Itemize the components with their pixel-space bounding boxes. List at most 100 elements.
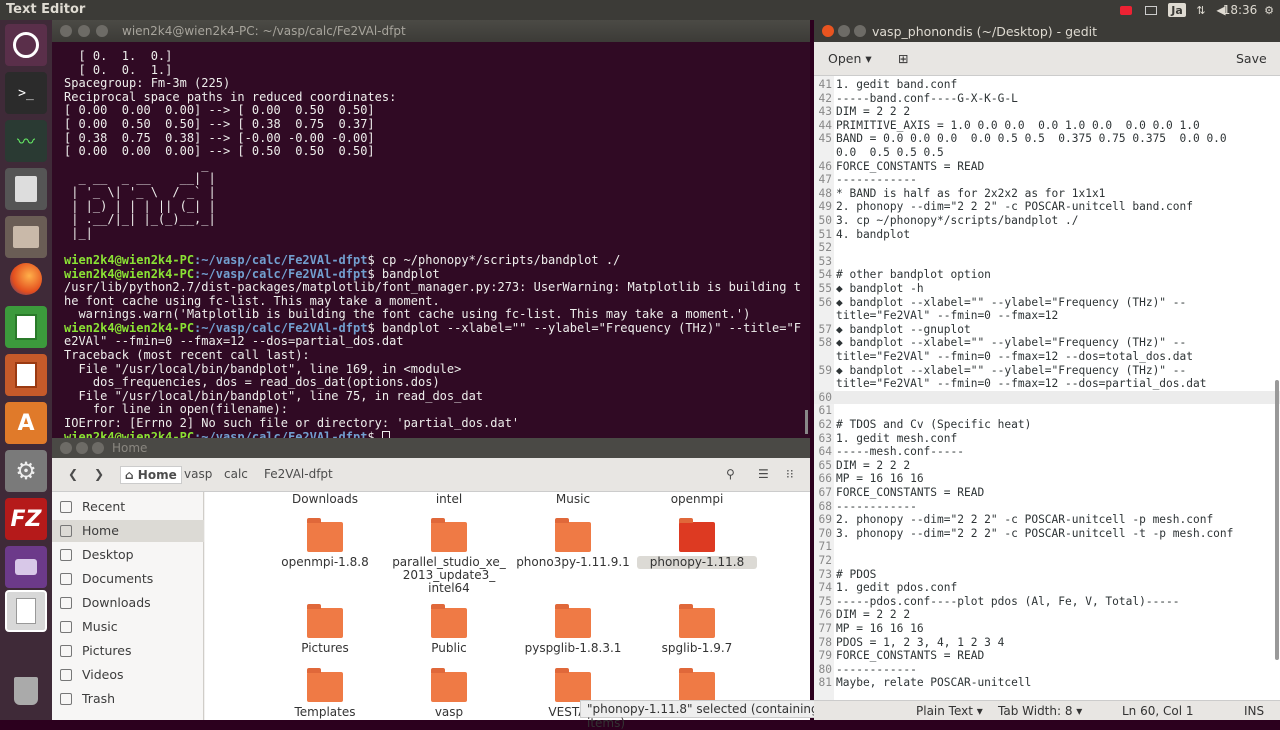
network-icon[interactable]: ⇅ (1194, 3, 1208, 17)
folder-item[interactable]: Templates (265, 668, 385, 719)
folder-label[interactable]: intel (389, 492, 509, 506)
editor-line[interactable]: 73 # PDOS (814, 568, 1280, 582)
editor-line[interactable]: 60 (814, 390, 1280, 405)
editor-line[interactable]: 0.0 0.5 0.5 0.5 (814, 146, 1280, 160)
editor-line[interactable]: 44 PRIMITIVE_AXIS = 1.0 0.0 0.0 0.0 1.0 0… (814, 119, 1280, 133)
close-icon[interactable] (60, 25, 72, 37)
folder-label[interactable]: Downloads (265, 492, 385, 506)
minimize-icon[interactable] (76, 442, 88, 454)
power-icon[interactable]: ⚙ (1262, 3, 1276, 17)
file-grid[interactable]: Downloads intel Music openmpi openmpi-1.8.8 p… (205, 492, 810, 720)
maximize-icon[interactable] (96, 25, 108, 37)
maximize-icon[interactable] (854, 25, 866, 37)
editor-line[interactable]: 43 DIM = 2 2 2 (814, 105, 1280, 119)
maximize-icon[interactable] (92, 442, 104, 454)
grid-view-icon[interactable]: ⁝⁝ (782, 466, 798, 484)
sidebar-item-desktop[interactable]: Desktop (52, 544, 204, 566)
minimize-icon[interactable] (838, 25, 850, 37)
editor-line[interactable]: 45 BAND = 0.0 0.0 0.0 0.0 0.5 0.5 0.375 0… (814, 132, 1280, 146)
open-button[interactable]: Open ▾ (818, 47, 882, 71)
terminal-window[interactable]: wien2k4@wien2k4-PC: ~/vasp/calc/Fe2VAl-d… (52, 20, 810, 443)
screenshot-icon[interactable] (5, 546, 47, 588)
minimize-icon[interactable] (78, 25, 90, 37)
editor-line[interactable]: 67 FORCE_CONSTANTS = READ (814, 486, 1280, 500)
folder-item[interactable]: spglib-1.9.7 (637, 604, 757, 655)
editor-line[interactable]: 65 DIM = 2 2 2 (814, 459, 1280, 473)
editor-line[interactable]: 50 3. cp ~/phonopy*/scripts/bandplot ./ (814, 214, 1280, 228)
editor-line[interactable]: 79 FORCE_CONSTANTS = READ (814, 649, 1280, 663)
editor-line[interactable]: 61 (814, 404, 1280, 418)
sidebar-item-music[interactable]: Music (52, 616, 204, 638)
folder-item[interactable]: openmpi-1.8.8 (265, 518, 385, 569)
ubuntu-icon[interactable] (5, 24, 47, 66)
editor-line[interactable]: 76 DIM = 2 2 2 (814, 608, 1280, 622)
sidebar-item-pictures[interactable]: Pictures (52, 640, 204, 662)
clock[interactable]: 18:36 (1220, 3, 1260, 17)
list-view-icon[interactable]: ☰ (754, 466, 773, 484)
settings-icon[interactable]: ⚙ (5, 450, 47, 492)
spreadsheet-icon[interactable] (5, 306, 47, 348)
scrollbar[interactable] (1275, 380, 1279, 660)
close-icon[interactable] (60, 442, 72, 454)
breadcrumb-fe2val-dfpt[interactable]: Fe2VAl-dfpt (260, 466, 337, 484)
input-method-indicator[interactable]: Ja (1168, 3, 1186, 17)
trash-icon[interactable] (5, 670, 47, 712)
sidebar-item-videos[interactable]: Videos (52, 664, 204, 686)
editor-line[interactable]: 53 (814, 255, 1280, 269)
editor-line[interactable]: title="Fe2VAl" --fmin=0 --fmax=12 (814, 309, 1280, 323)
firefox-icon[interactable] (5, 258, 47, 300)
editor-line[interactable]: 58 ◆ bandplot --xlabel="" --ylabel="Frequ… (814, 336, 1280, 350)
folder-item[interactable]: phonopy-1.11.8 (637, 518, 757, 569)
folder-item[interactable]: vasp (389, 668, 509, 719)
forward-icon[interactable]: ❯ (90, 466, 108, 484)
editor-line[interactable]: 69 2. phonopy --dim="2 2 2" -c POSCAR-uni… (814, 513, 1280, 527)
editor-line[interactable]: 74 1. gedit pdos.conf (814, 581, 1280, 595)
software-center-icon[interactable]: A (5, 402, 47, 444)
text-editor-area[interactable]: 41 1. gedit band.conf 42 -----band.conf----… (814, 76, 1280, 700)
editor-line[interactable]: 42 -----band.conf----G-X-K-G-L (814, 92, 1280, 106)
editor-line[interactable]: 47 ------------ (814, 173, 1280, 187)
editor-line[interactable]: 81 Maybe, relate POSCAR-unitcell (814, 676, 1280, 690)
editor-line[interactable]: 77 MP = 16 16 16 (814, 622, 1280, 636)
editor-line[interactable]: 41 1. gedit band.conf (814, 78, 1280, 92)
folder-label[interactable]: openmpi (637, 492, 757, 506)
editor-line[interactable]: 52 (814, 241, 1280, 255)
sidebar-item-recent[interactable]: Recent (52, 496, 204, 518)
language-selector[interactable]: Plain Text ▾ (916, 704, 983, 718)
terminal-output[interactable]: [ 0. 1. 0.] [ 0. 0. 1.] Spacegroup: Fm-3m… (64, 50, 806, 444)
editor-line[interactable]: 57 ◆ bandplot --gnuplot (814, 323, 1280, 337)
sidebar-item-downloads[interactable]: Downloads (52, 592, 204, 614)
sidebar-item-documents[interactable]: Documents (52, 568, 204, 590)
editor-line[interactable]: 75 -----pdos.conf----plot pdos (Al, Fe, V… (814, 595, 1280, 609)
editor-line[interactable]: 51 4. bandplot (814, 228, 1280, 242)
editor-line[interactable]: 63 1. gedit mesh.conf (814, 432, 1280, 446)
editor-line[interactable]: 68 ------------ (814, 500, 1280, 514)
sidebar-item-home[interactable]: Home (52, 520, 204, 542)
editor-line[interactable]: 48 * BAND is half as for 2x2x2 as for 1x1… (814, 187, 1280, 201)
folder-item[interactable]: parallel_studio_xe_ 2013_update3_ intel6… (389, 518, 509, 595)
editor-line[interactable]: 56 ◆ bandplot --xlabel="" --ylabel="Frequ… (814, 296, 1280, 310)
editor-line[interactable]: 55 ◆ bandplot -h (814, 282, 1280, 296)
system-monitor-icon[interactable]: 〰 (5, 120, 47, 162)
sidebar-item-trash[interactable]: Trash (52, 688, 204, 710)
record-icon[interactable] (1118, 3, 1134, 17)
calculator-icon[interactable] (5, 168, 47, 210)
folder-item[interactable]: pyspglib-1.8.3.1 (513, 604, 633, 655)
folder-label[interactable]: Music (513, 492, 633, 506)
folder-item[interactable]: Pictures (265, 604, 385, 655)
breadcrumb-home[interactable]: ⌂ Home (120, 466, 182, 484)
editor-line[interactable]: 49 2. phonopy --dim="2 2 2" -c POSCAR-uni… (814, 200, 1280, 214)
files-icon[interactable] (5, 216, 47, 258)
terminal-icon[interactable]: >_ (5, 72, 47, 114)
files-window[interactable]: Home ❮ ❯ ⌂ Home vasp calc Fe2VAl-dfpt ⚲ … (52, 438, 850, 730)
editor-line[interactable]: 78 PDOS = 1, 2 3, 4, 1 2 3 4 (814, 636, 1280, 650)
editor-line[interactable]: title="Fe2VAl" --fmin=0 --fmax=12 --dos=… (814, 350, 1280, 364)
editor-line[interactable]: 80 ------------ (814, 663, 1280, 677)
scrollbar[interactable] (805, 410, 808, 434)
presentation-icon[interactable] (5, 354, 47, 396)
editor-line[interactable]: 70 3. phonopy --dim="2 2 2" -c POSCAR-uni… (814, 527, 1280, 541)
editor-line[interactable]: 59 ◆ bandplot --xlabel="" --ylabel="Frequ… (814, 364, 1280, 378)
back-icon[interactable]: ❮ (64, 466, 82, 484)
editor-line[interactable]: 66 MP = 16 16 16 (814, 472, 1280, 486)
editor-line[interactable]: 62 # TDOS and Cv (Specific heat) (814, 418, 1280, 432)
